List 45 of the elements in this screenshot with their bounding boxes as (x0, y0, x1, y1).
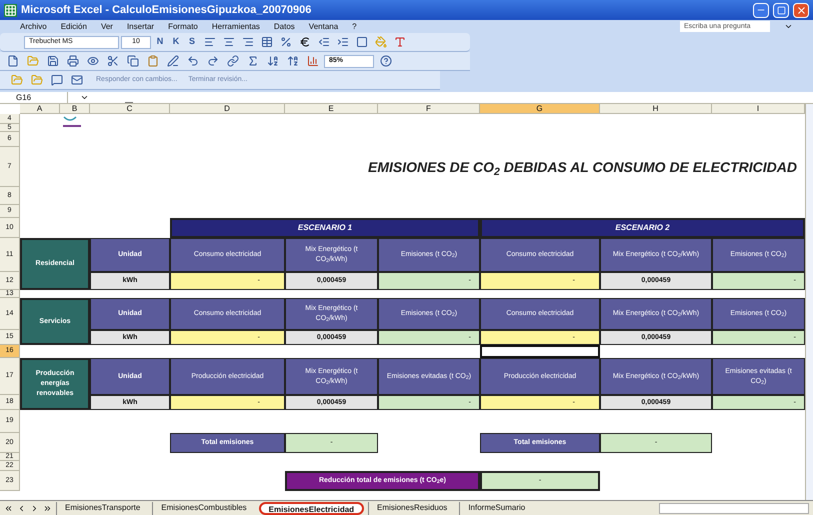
excel-icon (4, 4, 17, 16)
sheet-tab[interactable]: EmisionesResiduos (368, 502, 456, 514)
previous-sheet-icon (17, 504, 26, 512)
style-button[interactable]: K (169, 35, 183, 49)
column-header: H (600, 104, 712, 114)
column-header: G (480, 104, 600, 114)
last-sheet-icon (43, 504, 52, 512)
maximize-button[interactable] (773, 2, 789, 18)
menu-item[interactable]: Ver (100, 20, 113, 32)
style-button[interactable]: N (153, 35, 167, 49)
menu-item[interactable]: Herramientas (212, 20, 260, 32)
menu-item[interactable]: Datos (274, 20, 295, 32)
scenario-header: ESCENARIO 2 (480, 218, 805, 238)
sheet-tab[interactable]: EmisionesElectricidad (258, 502, 364, 514)
menu-item[interactable]: Edición (60, 20, 87, 32)
menu-item[interactable]: Archivo (20, 20, 47, 32)
maximize-icon (776, 6, 786, 14)
selected-cell[interactable] (480, 345, 600, 358)
scenario-header: ESCENARIO 1 (170, 218, 480, 238)
column-header: D (170, 104, 285, 114)
column-header: C (90, 104, 170, 114)
menu-item[interactable]: ? (352, 20, 357, 32)
column-header: A (20, 104, 60, 114)
first-sheet-icon (4, 504, 13, 512)
menu-item[interactable]: Formato (168, 20, 198, 32)
name-box[interactable]: G16 (0, 92, 68, 103)
sheet-title: EMISIONES DE CO$_{2}$ DEBIDAS AL CONSUMO DE ELECTRICIDAD (367, 158, 798, 180)
dropdown-icon (80, 93, 89, 102)
dropdown-icon (784, 22, 793, 31)
style-button[interactable]: S (185, 35, 199, 49)
menu-item[interactable]: Insertar (126, 20, 154, 32)
sheet-tab[interactable]: EmisionesTransporte (56, 502, 148, 514)
close-button[interactable] (793, 2, 809, 18)
next-sheet-icon (30, 504, 39, 512)
window-title: Microsoft Excel - CalculoEmisionesGipuzkoa_20070906 (21, 2, 312, 18)
close-icon (796, 4, 806, 16)
column-header: E (285, 104, 378, 114)
column-header: B (60, 104, 90, 114)
column-header: I (712, 104, 805, 114)
logo-icon (60, 114, 84, 130)
sheet-tab[interactable]: EmisionesCombustibles (152, 502, 255, 514)
menu-item[interactable]: Ventana (308, 20, 338, 32)
minimize-button[interactable] (753, 2, 769, 18)
column-header: F (378, 104, 480, 114)
sheet-tab[interactable]: InformeSumario (459, 502, 534, 514)
